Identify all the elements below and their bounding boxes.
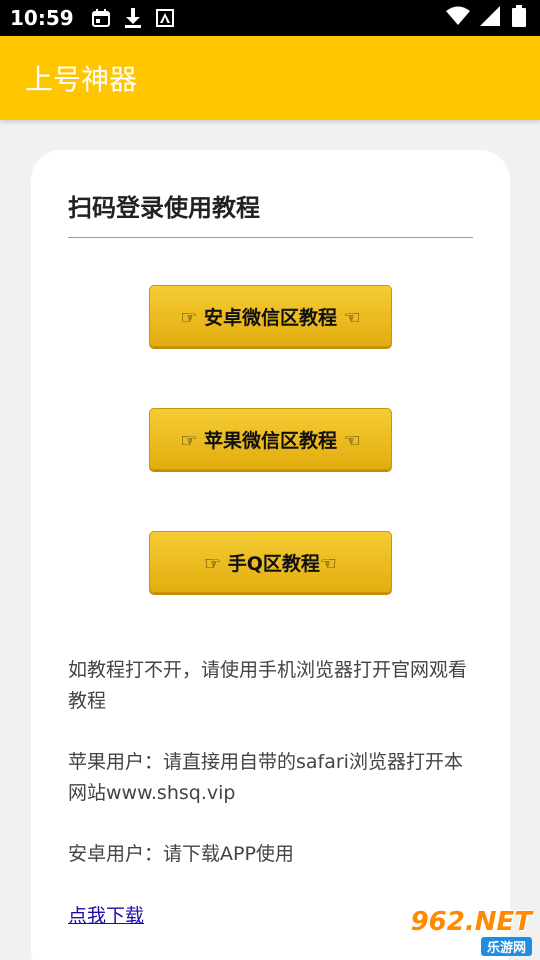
apple-user-hint-text: 苹果用户：请直接用自带的safari浏览器打开本网站www.shsq.vip: [68, 751, 463, 804]
android-user-hint-text: 安卓用户：请下载APP使用: [68, 843, 294, 865]
status-bar: 10:59: [0, 0, 540, 36]
calendar-icon: [88, 5, 114, 31]
wifi-icon: [446, 6, 470, 30]
app-bar: 上号神器: [0, 36, 540, 120]
mobile-qq-tutorial-button[interactable]: ☞ 手Q区教程☜: [149, 531, 392, 593]
android-wechat-tutorial-button[interactable]: ☞ 安卓微信区教程 ☜: [149, 285, 392, 347]
font-a-icon: [152, 5, 178, 31]
app-title: 上号神器: [25, 63, 138, 96]
watermark-logo: 962.NET 乐游网: [402, 906, 532, 956]
signal-icon: [480, 6, 502, 30]
download-link[interactable]: 点我下载: [68, 901, 144, 928]
download-icon: [120, 5, 146, 31]
status-time: 10:59: [10, 6, 74, 30]
watermark-sub-text: 乐游网: [480, 936, 532, 956]
browser-hint-text: 如教程打不开，请使用手机浏览器打开官网观看教程: [68, 659, 468, 712]
apple-wechat-tutorial-button[interactable]: ☞ 苹果微信区教程 ☜: [149, 408, 392, 470]
battery-icon: [512, 5, 526, 31]
watermark-main-text: 962.NET: [410, 906, 532, 937]
title-divider: [68, 237, 473, 238]
card-title: 扫码登录使用教程: [68, 194, 260, 222]
tutorial-card: 扫码登录使用教程 ☞ 安卓微信区教程 ☜ ☞ 苹果微信区教程 ☜ ☞ 手Q区教程…: [31, 150, 510, 960]
